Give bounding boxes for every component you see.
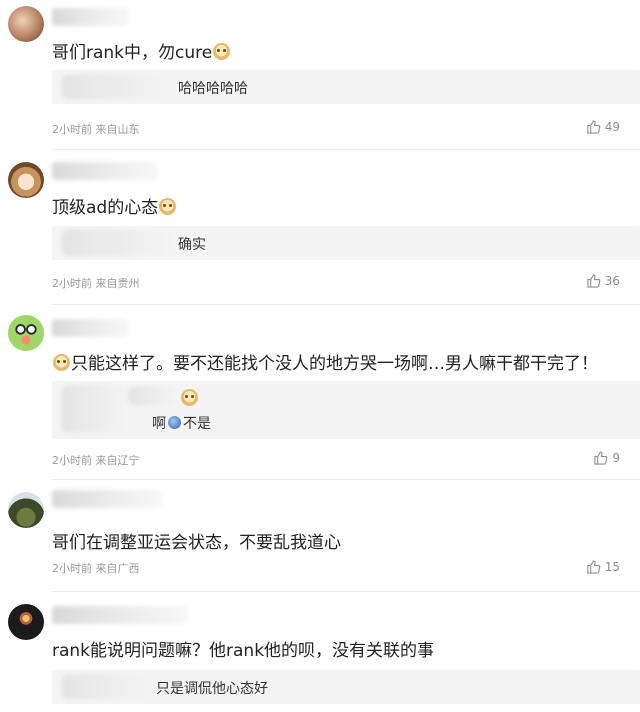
username-blurred[interactable]: [52, 606, 188, 624]
comment-location: 来自广西: [95, 562, 140, 575]
reply-box[interactable]: 哈哈哈哈哈: [52, 70, 640, 104]
reply-text: 确实: [178, 237, 206, 253]
reply-box[interactable]: 确实: [52, 226, 640, 260]
comment-4: 哥们在调整亚运会状态，不要乱我道心 2小时前 来自广西 15: [0, 480, 640, 592]
comment-meta: 2小时前 来自贵州: [52, 275, 140, 291]
comment-time: 2小时前: [52, 562, 92, 575]
thumbs-up-icon: [594, 451, 608, 465]
reply-username-blurred: [128, 387, 178, 405]
like-count: 36: [604, 273, 620, 288]
reply-box[interactable]: 只是调侃他心态好: [52, 670, 640, 704]
like-count: 9: [612, 450, 620, 465]
dog-face-emoji-icon: [213, 43, 231, 60]
thumbs-up-icon: [587, 274, 601, 288]
like-button[interactable]: 36: [586, 273, 620, 288]
dog-face-emoji-icon: [53, 354, 70, 371]
comment-3: 只能这样了。要不还能找个没人的地方哭一场啊…男人嘛干都干完了！ 啊不是 2小时前…: [0, 305, 640, 480]
comment-text: 只能这样了。要不还能找个没人的地方哭一场啊…男人嘛干都干完了！: [52, 349, 598, 374]
comment-meta: 2小时前 来自辽宁: [52, 452, 140, 468]
thumbs-up-icon: [587, 560, 601, 574]
reply-username-blurred: [62, 230, 176, 256]
comment-location: 来自辽宁: [95, 454, 140, 467]
user-avatar[interactable]: [8, 162, 44, 198]
like-button[interactable]: 15: [586, 559, 620, 574]
like-count: 15: [604, 559, 620, 574]
reply-username-blurred: [62, 75, 174, 99]
reply-username-blurred: [62, 675, 154, 699]
username-blurred[interactable]: [52, 490, 162, 508]
comment-location: 来自山东: [95, 123, 140, 136]
comment-text: 顶级ad的心态: [52, 193, 177, 218]
comment-time: 2小时前: [52, 454, 92, 467]
thumbs-up-icon: [587, 120, 601, 134]
comment-location: 来自贵州: [95, 277, 140, 290]
user-avatar[interactable]: [8, 604, 44, 640]
emoji-icon: [168, 416, 181, 429]
like-button[interactable]: 49: [586, 119, 620, 134]
user-avatar[interactable]: [8, 6, 44, 42]
comment-meta: 2小时前 来自广西: [52, 560, 140, 576]
comment-2: 顶级ad的心态 确实 2小时前 来自贵州 36: [0, 150, 640, 305]
comment-time: 2小时前: [52, 277, 92, 290]
dog-face-emoji-icon: [181, 389, 198, 406]
reply-text: 哈哈哈哈哈: [178, 81, 248, 97]
username-blurred[interactable]: [52, 8, 128, 26]
comment-1: 哥们rank中，勿cure 哈哈哈哈哈 2小时前 来自山东 49: [0, 0, 640, 150]
like-button[interactable]: 9: [593, 450, 620, 465]
reply-username-blurred: [62, 385, 128, 433]
comment-meta: 2小时前 来自山东: [52, 121, 140, 137]
user-avatar[interactable]: [8, 315, 44, 351]
like-count: 49: [604, 119, 620, 134]
reply-text: 啊不是: [152, 416, 211, 432]
comment-text: 哥们在调整亚运会状态，不要乱我道心: [52, 533, 341, 553]
username-blurred[interactable]: [52, 319, 128, 337]
comment-text: rank能说明问题嘛？他rank他的呗，没有关联的事: [52, 641, 435, 661]
comment-text: 哥们rank中，勿cure: [52, 38, 231, 63]
reply-text: 只是调侃他心态好: [156, 681, 268, 697]
comment-5: rank能说明问题嘛？他rank他的呗，没有关联的事 只是调侃他心态好: [0, 592, 640, 712]
reply-box[interactable]: 啊不是: [52, 381, 640, 439]
user-avatar[interactable]: [8, 492, 44, 528]
username-blurred[interactable]: [52, 162, 158, 180]
dog-face-emoji-icon: [159, 198, 177, 215]
comment-time: 2小时前: [52, 123, 92, 136]
